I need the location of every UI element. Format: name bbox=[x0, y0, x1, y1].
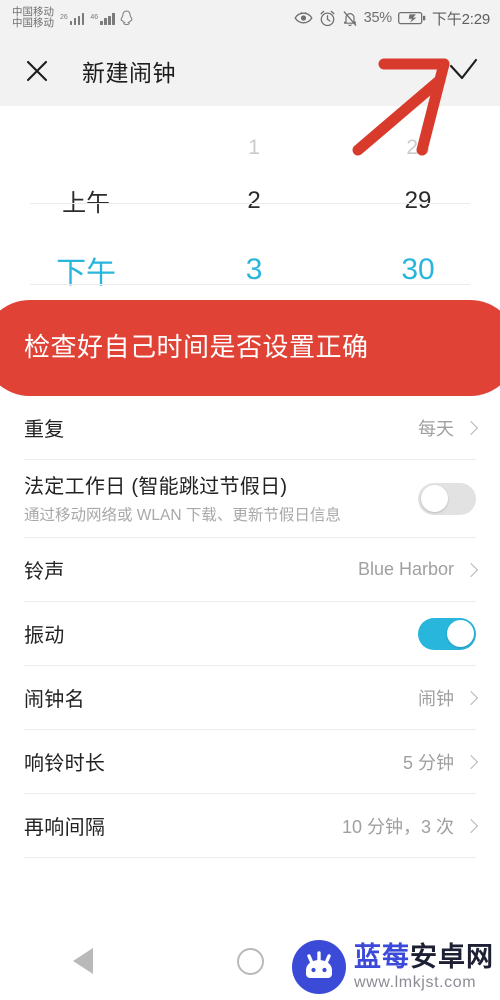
row-title: 振动 bbox=[24, 625, 65, 647]
status-bar-right: 35% 下午2:29 bbox=[294, 8, 490, 29]
row-main: 闹钟名 bbox=[24, 673, 418, 722]
alarm-clock-icon bbox=[319, 10, 336, 27]
settings-row-ring-duration[interactable]: 响铃时长 5 分钟 bbox=[24, 730, 479, 794]
battery-charging-icon bbox=[398, 11, 426, 26]
row-title: 法定工作日 (智能跳过节假日) bbox=[24, 476, 288, 498]
watermark-brand: 蓝莓安卓网 bbox=[354, 941, 494, 972]
row-value: 闹钟 bbox=[418, 688, 454, 709]
toggle-knob bbox=[420, 485, 448, 512]
status-bar: 中国移动 中国移动 26 46 35% 下午2:29 bbox=[0, 0, 500, 36]
settings-row-snooze-interval[interactable]: 再响间隔 10 分钟，3 次 bbox=[24, 794, 479, 858]
annotation-banner-text: 检查好自己时间是否设置正确 bbox=[24, 332, 369, 363]
picker-divider-bottom bbox=[30, 284, 470, 285]
row-right: 5 分钟 bbox=[402, 749, 479, 775]
status-bar-left: 中国移动 中国移动 26 46 bbox=[12, 6, 134, 30]
carrier-label-2: 中国移动 bbox=[12, 17, 54, 29]
picker-divider-top bbox=[30, 203, 470, 204]
row-value: 10 分钟，3 次 bbox=[341, 816, 454, 837]
row-main: 振动 bbox=[24, 609, 418, 658]
page-title: 新建闹钟 bbox=[82, 60, 176, 86]
chevron-right-icon[interactable] bbox=[463, 690, 479, 705]
picker-item-faded-top[interactable]: 28 bbox=[336, 106, 500, 166]
row-main: 法定工作日 (智能跳过节假日) 通过移动网络或 WLAN 下载、更新节假日信息 bbox=[24, 460, 418, 537]
chevron-right-icon[interactable] bbox=[463, 818, 479, 833]
row-right: 闹钟 bbox=[418, 685, 479, 711]
close-icon[interactable] bbox=[22, 56, 52, 86]
signal-type-label-2: 46 bbox=[90, 13, 99, 21]
row-value: 5 分钟 bbox=[402, 752, 454, 773]
vibrate-toggle[interactable] bbox=[418, 617, 476, 650]
row-title: 再响间隔 bbox=[24, 817, 106, 839]
home-circle-icon bbox=[236, 947, 264, 975]
toggle-knob bbox=[446, 620, 474, 647]
annotation-banner: 检查好自己时间是否设置正确 bbox=[0, 300, 500, 396]
settings-row-alarm-name[interactable]: 闹钟名 闹钟 bbox=[24, 666, 479, 730]
qq-penguin-icon bbox=[119, 10, 134, 26]
signal-bars-1 bbox=[69, 12, 85, 25]
settings-row-workday[interactable]: 法定工作日 (智能跳过节假日) 通过移动网络或 WLAN 下载、更新节假日信息 bbox=[24, 460, 476, 538]
picker-item-near[interactable]: 29 bbox=[336, 166, 500, 235]
picker-item-selected[interactable]: 3 bbox=[172, 235, 336, 304]
row-value: Blue Harbor bbox=[357, 559, 454, 579]
back-triangle-icon bbox=[73, 948, 94, 974]
settings-row-ringtone[interactable]: 铃声 Blue Harbor bbox=[24, 538, 479, 602]
watermark-brand-part2: 安卓网 bbox=[410, 941, 494, 972]
row-main: 响铃时长 bbox=[24, 737, 403, 786]
status-bar-clock: 下午2:29 bbox=[432, 10, 490, 28]
signal-bars-2 bbox=[100, 12, 115, 25]
confirm-checkmark-button[interactable] bbox=[448, 56, 478, 86]
row-main: 铃声 bbox=[24, 545, 358, 594]
settings-row-vibrate[interactable]: 振动 bbox=[24, 602, 476, 666]
battery-percent-label: 35% bbox=[363, 10, 393, 26]
android-face-icon bbox=[292, 940, 346, 994]
row-main: 重复 bbox=[24, 403, 418, 452]
picker-item-near[interactable]: 2 bbox=[172, 166, 336, 235]
row-title: 响铃时长 bbox=[24, 753, 106, 775]
bell-muted-icon bbox=[342, 10, 358, 27]
chevron-right-icon[interactable] bbox=[463, 754, 479, 769]
chevron-right-icon[interactable] bbox=[463, 562, 479, 577]
row-right: 10 分钟，3 次 bbox=[341, 813, 479, 839]
picker-item-selected[interactable]: 下午 bbox=[0, 235, 172, 304]
picker-item-faded-top[interactable]: 1 bbox=[172, 106, 336, 166]
site-watermark: 蓝莓安卓网 www.lmkjst.com bbox=[292, 940, 494, 994]
row-right bbox=[418, 482, 476, 515]
row-right: Blue Harbor bbox=[357, 559, 479, 580]
app-bar: 新建闹钟 bbox=[0, 36, 500, 106]
row-title: 重复 bbox=[24, 419, 65, 441]
signal-indicator-1: 26 bbox=[60, 12, 85, 25]
chevron-right-icon[interactable] bbox=[463, 420, 479, 435]
watermark-text: 蓝莓安卓网 www.lmkjst.com bbox=[354, 941, 494, 991]
row-subtitle: 通过移动网络或 WLAN 下载、更新节假日信息 bbox=[24, 507, 341, 524]
row-right bbox=[418, 617, 476, 650]
picker-item-near[interactable]: 上午 bbox=[0, 166, 172, 235]
eye-icon bbox=[294, 11, 313, 25]
row-title: 铃声 bbox=[24, 561, 65, 583]
carrier-names: 中国移动 中国移动 bbox=[12, 6, 54, 30]
picker-item-faded-top[interactable] bbox=[0, 106, 172, 166]
row-title: 闹钟名 bbox=[24, 689, 85, 711]
signal-indicator-2: 46 bbox=[90, 12, 115, 25]
signal-type-label-1: 26 bbox=[60, 13, 68, 21]
workday-toggle[interactable] bbox=[418, 482, 476, 515]
row-main: 再响间隔 bbox=[24, 801, 342, 850]
settings-row-repeat[interactable]: 重复 每天 bbox=[24, 396, 479, 460]
watermark-url: www.lmkjst.com bbox=[354, 973, 477, 991]
row-value: 每天 bbox=[418, 418, 454, 439]
alarm-settings-list: 重复 每天 法定工作日 (智能跳过节假日) 通过移动网络或 WLAN 下载、更新… bbox=[0, 396, 500, 858]
nav-back-button[interactable] bbox=[0, 948, 167, 974]
row-right: 每天 bbox=[418, 415, 479, 441]
watermark-brand-part1: 蓝莓 bbox=[354, 941, 410, 972]
picker-item-selected[interactable]: 30 bbox=[336, 235, 500, 304]
